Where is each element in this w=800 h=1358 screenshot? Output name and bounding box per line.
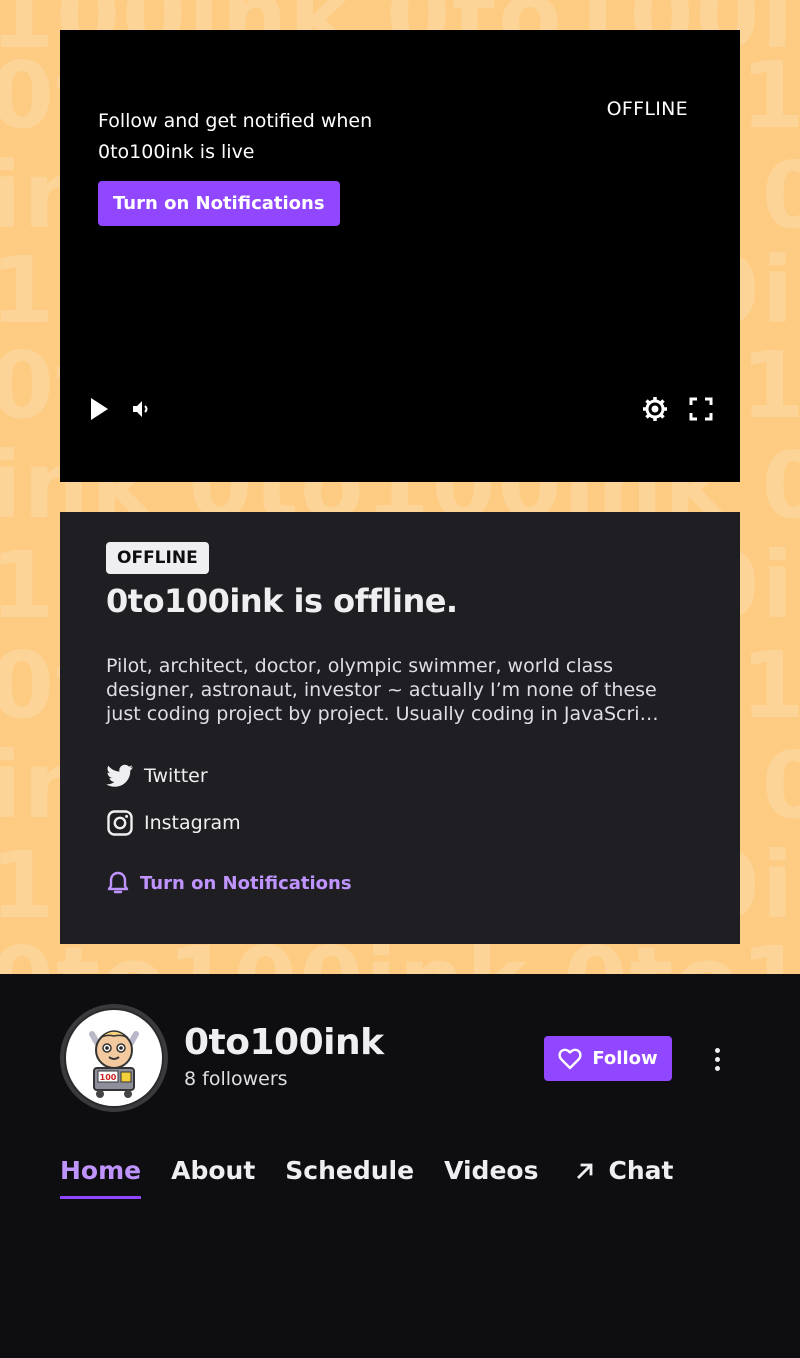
- avatar-image: 100: [66, 1010, 162, 1106]
- channel-avatar[interactable]: 100: [60, 1004, 168, 1112]
- turn-on-notifications-button[interactable]: Turn on Notifications: [98, 181, 340, 226]
- channel-name: 0to100ink: [184, 1022, 384, 1063]
- svg-text:100: 100: [100, 1073, 117, 1082]
- twitter-icon: [106, 764, 133, 787]
- robot-mascot-icon: 100: [89, 1030, 139, 1098]
- channel-tabs: Home About Schedule Videos Chat: [60, 1156, 673, 1199]
- more-dot: [714, 1047, 720, 1053]
- follow-message: Follow and get notified when 0to100ink i…: [98, 110, 373, 163]
- more-options-button[interactable]: [700, 1040, 734, 1078]
- bell-icon: [107, 871, 129, 894]
- notifications-label: Turn on Notifications: [140, 872, 352, 894]
- fullscreen-button[interactable]: [686, 394, 716, 424]
- tab-chat[interactable]: Chat: [574, 1156, 673, 1199]
- instagram-link[interactable]: Instagram: [106, 809, 241, 837]
- tab-schedule[interactable]: Schedule: [285, 1156, 414, 1199]
- tab-home[interactable]: Home: [60, 1156, 142, 1199]
- external-arrow-icon: [577, 1163, 593, 1179]
- more-dot: [714, 1065, 720, 1071]
- offline-label: OFFLINE: [606, 98, 688, 120]
- notifications-link[interactable]: Turn on Notifications: [106, 870, 352, 896]
- follower-count: 8 followers: [184, 1068, 288, 1090]
- tab-videos[interactable]: Videos: [444, 1156, 538, 1199]
- volume-icon: [133, 401, 148, 417]
- channel-banner: 100ink 0to100ink 0to100ink 0to100 ink 0t…: [0, 0, 800, 974]
- play-icon: [91, 398, 108, 420]
- instagram-icon: [107, 810, 133, 836]
- settings-button[interactable]: [640, 394, 670, 424]
- play-button[interactable]: [84, 394, 114, 424]
- more-dot: [714, 1056, 720, 1062]
- offline-badge: OFFLINE: [106, 542, 209, 574]
- twitter-link[interactable]: Twitter: [106, 764, 208, 788]
- tab-about[interactable]: About: [171, 1156, 255, 1199]
- gear-icon: [643, 397, 667, 421]
- channel-description: Pilot, architect, doctor, olympic swimme…: [106, 655, 659, 725]
- fullscreen-icon: [689, 397, 713, 421]
- heart-icon: [558, 1048, 582, 1069]
- follow-label: Follow: [592, 1048, 658, 1069]
- video-player[interactable]: Follow and get notified when 0to100ink i…: [60, 30, 740, 482]
- tab-chat-label: Chat: [608, 1156, 674, 1185]
- twitter-label: Twitter: [144, 765, 208, 787]
- volume-button[interactable]: [126, 394, 156, 424]
- offline-card: OFFLINE 0to100ink is offline. Pilot, arc…: [60, 512, 740, 944]
- instagram-label: Instagram: [144, 812, 241, 834]
- offline-title: 0to100ink is offline.: [106, 582, 458, 620]
- follow-button[interactable]: Follow: [544, 1036, 672, 1081]
